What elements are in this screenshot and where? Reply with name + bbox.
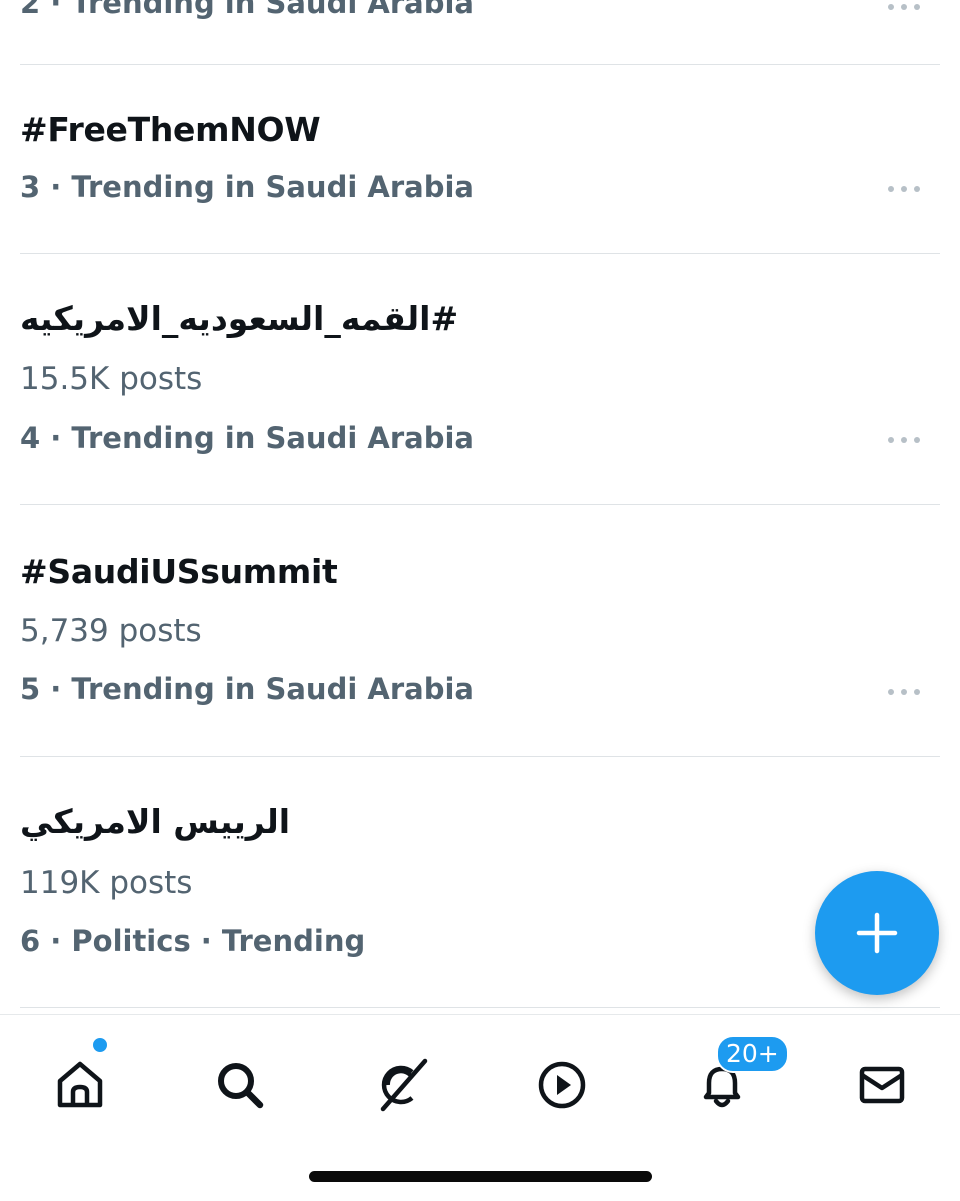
trend-item[interactable]: الرييس الامريكي 119K posts 6 · Politics …: [20, 756, 940, 1008]
mail-icon: [859, 1066, 905, 1104]
more-options-icon[interactable]: [888, 687, 920, 697]
more-options-icon[interactable]: [888, 184, 920, 194]
tab-messages[interactable]: [842, 1045, 922, 1125]
home-indicator[interactable]: [309, 1171, 652, 1182]
new-content-dot: [91, 1036, 109, 1054]
tab-home[interactable]: [40, 1045, 120, 1125]
trend-title: الرييس الامريكي: [20, 802, 291, 841]
tab-videos[interactable]: [522, 1045, 602, 1125]
more-options-icon[interactable]: [888, 2, 920, 12]
trend-meta: 3 · Trending in Saudi Arabia: [20, 170, 474, 204]
trend-item[interactable]: #القمه_السعوديه_الامريكيه 15.5K posts 4 …: [20, 253, 940, 505]
trend-post-count: 5,739 posts: [20, 613, 202, 649]
grok-icon: [380, 1058, 428, 1112]
tab-grok[interactable]: [361, 1045, 441, 1125]
trend-item[interactable]: #SaudiUSsummit 5,739 posts 5 · Trending …: [20, 504, 940, 757]
trend-post-count: 15.5K posts: [20, 361, 203, 397]
trend-meta: 4 · Trending in Saudi Arabia: [20, 421, 474, 455]
trend-title: #FreeThemNOW: [20, 110, 321, 149]
notification-count-badge: 20+: [716, 1035, 789, 1073]
trend-item[interactable]: #FreeThemNOW 3 · Trending in Saudi Arabi…: [20, 64, 940, 254]
compose-post-button[interactable]: [815, 871, 939, 995]
trend-item[interactable]: 2 · Trending in Saudi Arabia: [20, 0, 940, 65]
trend-meta: 2 · Trending in Saudi Arabia: [20, 0, 474, 20]
more-options-icon[interactable]: [888, 435, 920, 445]
trends-list: 2 · Trending in Saudi Arabia #FreeThemNO…: [0, 0, 960, 1014]
play-icon: [538, 1061, 586, 1109]
search-icon: [218, 1063, 264, 1109]
tab-search[interactable]: [200, 1045, 280, 1125]
trend-post-count: 119K posts: [20, 865, 193, 901]
bottom-tab-bar: 20+: [0, 1014, 960, 1201]
trend-meta: 5 · Trending in Saudi Arabia: [20, 672, 474, 706]
home-icon: [57, 1061, 103, 1108]
trend-title: #القمه_السعوديه_الامريكيه: [20, 299, 459, 338]
trend-title: #SaudiUSsummit: [20, 552, 338, 591]
plus-icon: [856, 912, 898, 954]
trend-meta: 6 · Politics · Trending: [20, 924, 366, 958]
